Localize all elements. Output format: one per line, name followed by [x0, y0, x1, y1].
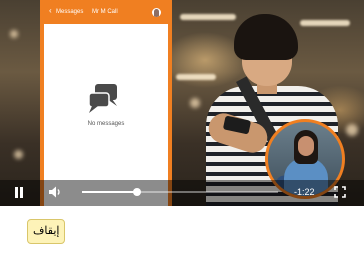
- ceiling-light: [300, 20, 350, 26]
- bokeh-light: [346, 124, 358, 136]
- phone-header: ‹ Messages Mr M Call: [44, 0, 168, 24]
- contact-avatar: [152, 8, 161, 17]
- pip-person-face: [298, 136, 314, 156]
- person-hair: [234, 14, 298, 60]
- fullscreen-icon[interactable]: [334, 186, 346, 198]
- stop-button[interactable]: إيقاف: [27, 219, 66, 244]
- progress-bar[interactable]: [82, 188, 278, 196]
- bokeh-light: [10, 30, 18, 38]
- progress-fill: [82, 191, 137, 193]
- bokeh-light: [190, 98, 200, 108]
- empty-state-text: No messages: [87, 121, 125, 127]
- ceiling-light: [180, 14, 236, 20]
- header-back-label: Messages: [56, 9, 84, 15]
- volume-icon[interactable]: [48, 185, 62, 199]
- video-player[interactable]: ‹ Messages Mr M Call No messages -1:22: [0, 0, 364, 206]
- pause-icon[interactable]: [14, 187, 24, 198]
- chat-bubbles-icon: [88, 84, 117, 113]
- progress-thumb[interactable]: [132, 188, 141, 196]
- bokeh-light: [14, 150, 23, 159]
- time-remaining: -1:22: [294, 187, 315, 197]
- ceiling-light: [176, 74, 216, 80]
- header-contact-name: Mr M Call: [92, 9, 118, 15]
- back-chevron-icon: ‹: [49, 6, 52, 15]
